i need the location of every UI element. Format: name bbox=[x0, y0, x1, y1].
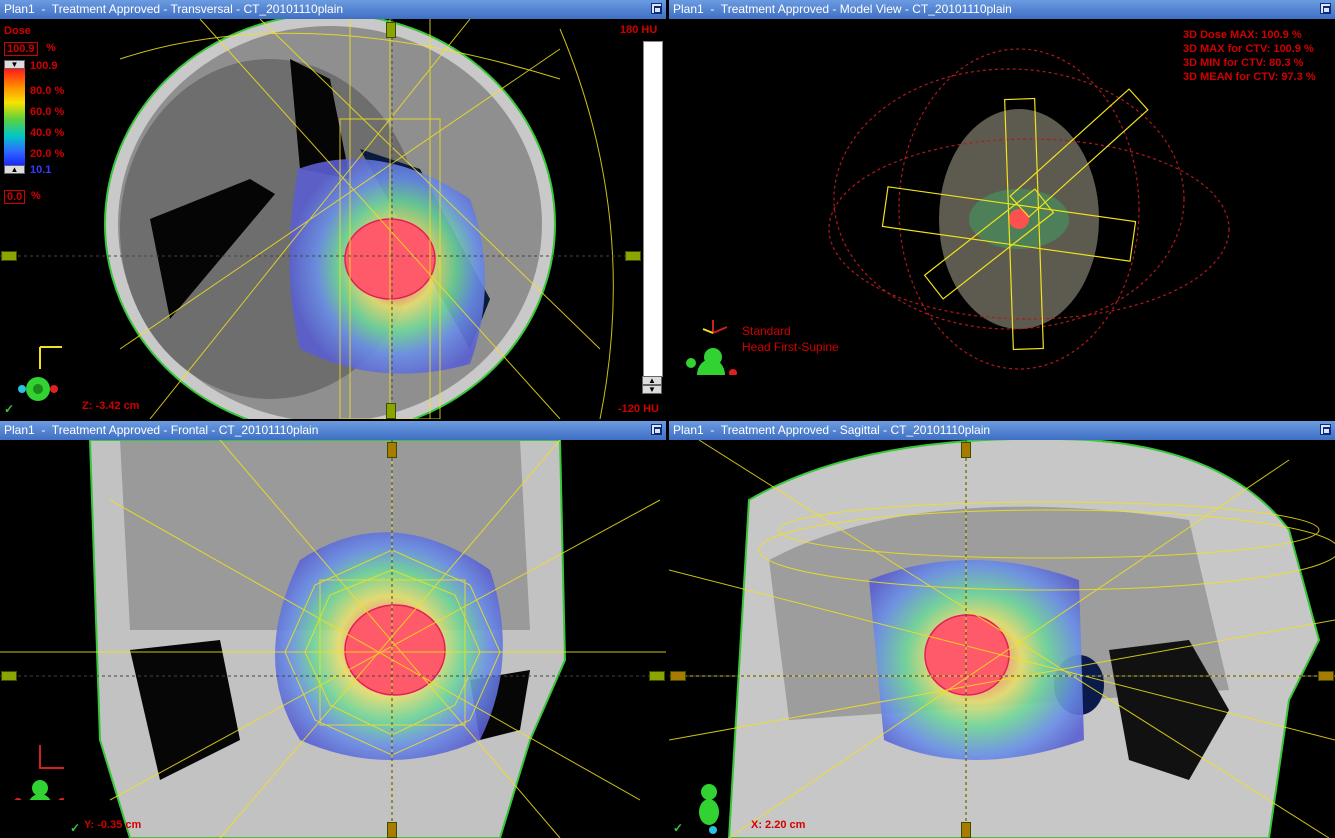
slice-position: X: 2.20 cm bbox=[751, 819, 806, 831]
maximize-icon[interactable] bbox=[1320, 3, 1331, 14]
patient-3d-orientation-icon bbox=[686, 320, 737, 375]
dose-statistics: 3D Dose MAX: 100.9 % 3D MAX for CTV: 100… bbox=[1183, 28, 1316, 84]
bottom-crosshair-marker[interactable] bbox=[386, 403, 396, 419]
dose-min-unit: % bbox=[31, 190, 41, 202]
patient-orientation-icon bbox=[18, 346, 62, 401]
scale-tick-60: 60.0 % bbox=[30, 106, 65, 118]
dose-min-input[interactable]: 0.0 bbox=[4, 190, 26, 204]
patient-orientation-icon bbox=[699, 784, 719, 834]
sagittal-view-pane[interactable]: Plan1 - Treatment Approved - Sagittal - … bbox=[669, 421, 1335, 838]
hu-bottom-label: -120 HU bbox=[618, 403, 659, 415]
sagittal-image[interactable]: X: 2.20 cm ✓ bbox=[669, 440, 1335, 838]
sagittal-ct-image bbox=[669, 440, 1335, 838]
dose-colorbar bbox=[4, 69, 25, 165]
scale-tick-80: 80.0 % bbox=[30, 85, 65, 97]
right-crosshair-marker[interactable] bbox=[625, 251, 641, 261]
top-crosshair-marker[interactable] bbox=[386, 22, 396, 38]
slice-position: Z: -3.42 cm bbox=[82, 400, 140, 412]
right-crosshair-marker[interactable] bbox=[649, 671, 665, 681]
frontal-title: Plan1 - Treatment Approved - Frontal - C… bbox=[0, 421, 666, 440]
frontal-ct-image bbox=[0, 440, 666, 838]
orientation-position: Head First-Supine bbox=[742, 340, 839, 354]
transversal-ct-image bbox=[0, 19, 640, 419]
sagittal-title: Plan1 - Treatment Approved - Sagittal - … bbox=[669, 421, 1335, 440]
stat-dose-max: 3D Dose MAX: 100.9 % bbox=[1183, 29, 1302, 41]
model-view-title: Plan1 - Treatment Approved - Model View … bbox=[669, 0, 1335, 19]
model-3d-view[interactable]: 3D Dose MAX: 100.9 % 3D MAX for CTV: 100… bbox=[669, 19, 1335, 419]
dose-unit: % bbox=[46, 42, 56, 54]
top-crosshair-marker[interactable] bbox=[387, 442, 397, 458]
transversal-title: Plan1 - Treatment Approved - Transversal… bbox=[0, 0, 666, 19]
check-icon: ✓ bbox=[4, 402, 15, 416]
hu-window-bar[interactable] bbox=[643, 41, 663, 377]
scale-tick-20: 20.0 % bbox=[30, 148, 65, 160]
patient-orientation-icon bbox=[14, 745, 64, 800]
check-icon: ✓ bbox=[673, 821, 684, 835]
dose-label: Dose bbox=[4, 25, 31, 37]
scale-tick-40: 40.0 % bbox=[30, 127, 65, 139]
maximize-icon[interactable] bbox=[651, 3, 662, 14]
stat-ctv-max: 3D MAX for CTV: 100.9 % bbox=[1183, 43, 1314, 55]
transversal-view-pane[interactable]: Plan1 - Treatment Approved - Transversal… bbox=[0, 0, 666, 419]
maximize-icon[interactable] bbox=[651, 424, 662, 435]
check-icon: ✓ bbox=[70, 821, 81, 835]
stat-ctv-mean: 3D MEAN for CTV: 97.3 % bbox=[1183, 71, 1316, 83]
top-crosshair-marker[interactable] bbox=[961, 442, 971, 458]
hu-up-icon[interactable]: ▲ bbox=[642, 376, 662, 385]
orientation-standard: Standard bbox=[742, 324, 791, 338]
stat-ctv-min: 3D MIN for CTV: 80.3 % bbox=[1183, 57, 1304, 69]
maximize-icon[interactable] bbox=[1320, 424, 1331, 435]
scale-top-label: 100.9 bbox=[30, 60, 58, 72]
hu-top-label: 180 HU bbox=[620, 24, 658, 36]
scale-bottom-label: 10.1 bbox=[30, 164, 52, 176]
frontal-view-pane[interactable]: Plan1 - Treatment Approved - Frontal - C… bbox=[0, 421, 666, 838]
left-crosshair-marker[interactable] bbox=[670, 671, 686, 681]
scale-up-icon[interactable]: ▼ bbox=[4, 60, 25, 69]
frontal-image[interactable]: Y: -0.35 cm ✓ bbox=[0, 440, 666, 838]
dose-max-input[interactable]: 100.9 bbox=[4, 42, 38, 56]
model-view-pane[interactable]: Plan1 - Treatment Approved - Model View … bbox=[669, 0, 1335, 419]
left-crosshair-marker[interactable] bbox=[1, 671, 17, 681]
transversal-image[interactable]: Dose 100.9 % ▼ 100.9 80.0 % 60.0 % 40.0 … bbox=[0, 19, 666, 419]
scale-down-icon[interactable]: ▲ bbox=[4, 165, 25, 174]
hu-down-icon[interactable]: ▼ bbox=[642, 385, 662, 394]
slice-position: Y: -0.35 cm bbox=[84, 819, 142, 831]
bottom-crosshair-marker[interactable] bbox=[387, 822, 397, 838]
bottom-crosshair-marker[interactable] bbox=[961, 822, 971, 838]
left-crosshair-marker[interactable] bbox=[1, 251, 17, 261]
right-crosshair-marker[interactable] bbox=[1318, 671, 1334, 681]
